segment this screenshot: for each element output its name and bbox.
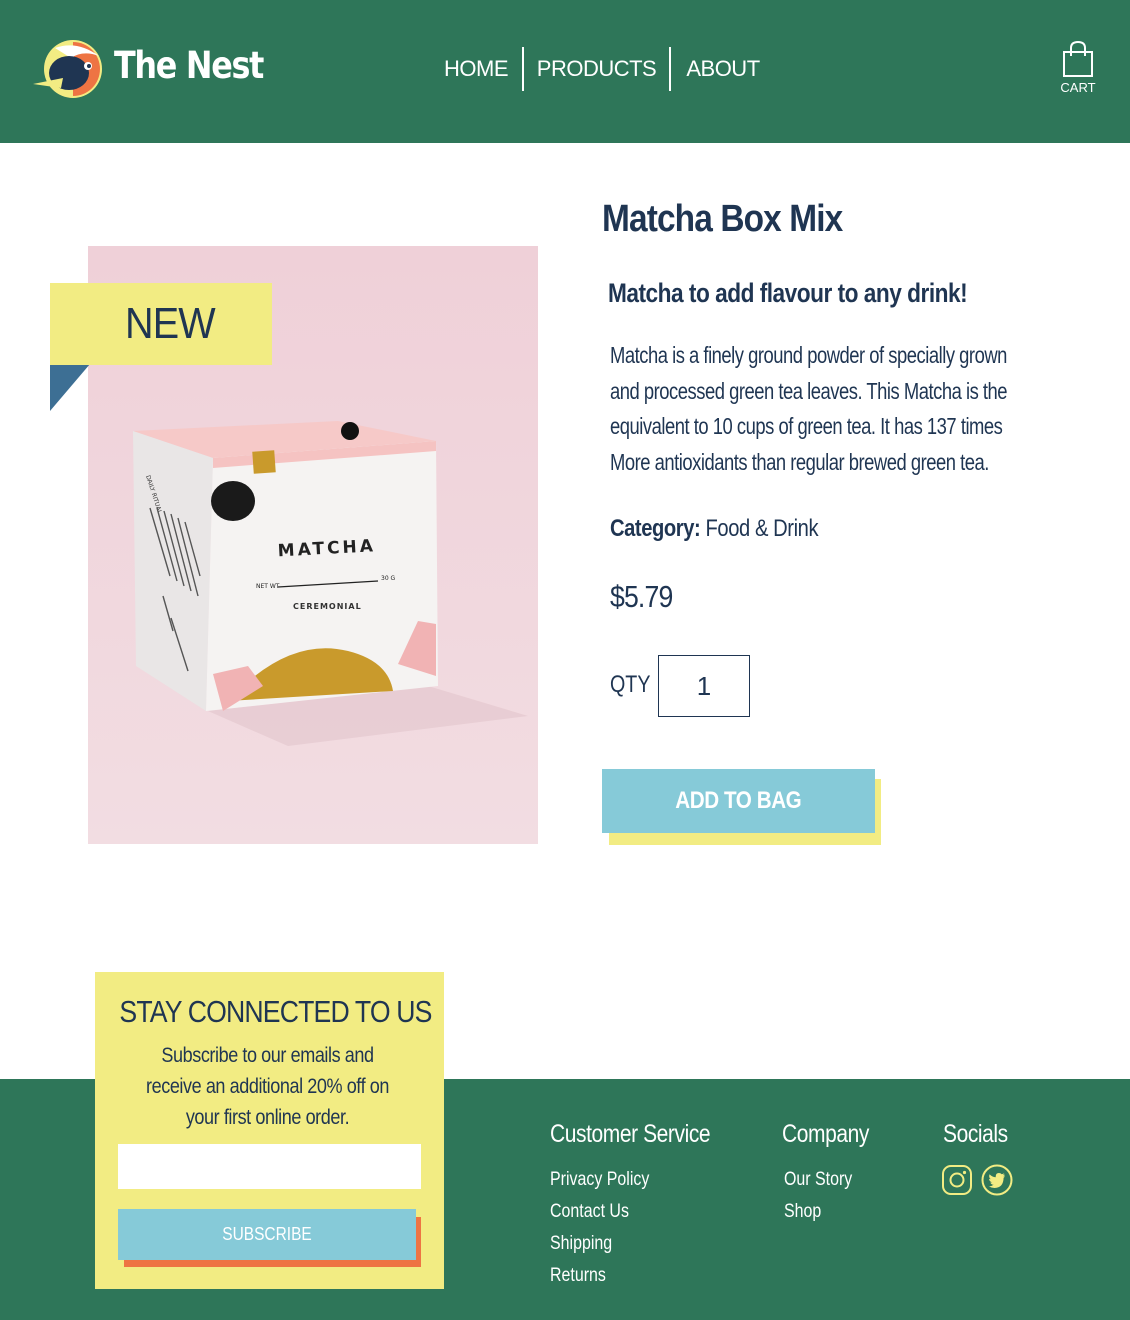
add-to-bag-label: ADD TO BAG [675, 787, 802, 814]
subscribe-title: STAY CONNECTED TO US [119, 994, 432, 1029]
badge-fold [50, 364, 90, 411]
site-header: The Nest HOME PRODUCTS ABOUT CART [0, 0, 1130, 143]
bird-logo-icon[interactable] [33, 38, 105, 100]
instagram-icon[interactable] [941, 1164, 973, 1196]
box-weight: 30 G [381, 575, 396, 582]
product-price: $5.79 [610, 579, 673, 614]
footer-link-returns[interactable]: Returns [550, 1265, 606, 1287]
footer-link-privacy-policy[interactable]: Privacy Policy [550, 1169, 649, 1191]
subscribe-text-content: Subscribe to our emails and receive an a… [146, 1044, 389, 1129]
cart-button[interactable]: CART [1056, 40, 1100, 95]
new-badge: NEW [50, 283, 272, 365]
subscribe-panel: STAY CONNECTED TO US Subscribe to our em… [95, 972, 444, 1289]
subscribe-button-label: SUBSCRIBE [222, 1224, 312, 1244]
nav-products[interactable]: PRODUCTS [524, 56, 669, 82]
qty-input[interactable] [658, 655, 750, 717]
category-value: Food & Drink [705, 515, 819, 542]
company-heading: Company [782, 1120, 869, 1148]
add-to-bag-button[interactable]: ADD TO BAG [602, 769, 875, 833]
footer-link-our-story[interactable]: Our Story [784, 1169, 852, 1191]
shopping-bag-icon [1063, 40, 1093, 77]
new-badge-label: NEW [125, 299, 216, 348]
product-subtitle: Matcha to add flavour to any drink! [608, 278, 968, 308]
footer-link-shop[interactable]: Shop [784, 1201, 821, 1223]
main-nav: HOME PRODUCTS ABOUT [430, 47, 775, 91]
subscribe-button[interactable]: SUBSCRIBE [118, 1209, 416, 1260]
nav-home[interactable]: HOME [430, 56, 522, 82]
customer-service-heading: Customer Service [550, 1120, 711, 1148]
subscribe-text: Subscribe to our emails and receive an a… [115, 1040, 420, 1133]
box-subtitle: CEREMONIAL [293, 602, 362, 611]
brand-name[interactable]: The Nest [114, 44, 264, 87]
product-description: Matcha is a finely ground powder of spec… [610, 342, 1008, 475]
footer-link-shipping[interactable]: Shipping [550, 1233, 612, 1255]
twitter-icon[interactable] [981, 1164, 1013, 1196]
email-field[interactable] [118, 1144, 421, 1189]
footer-link-contact-us[interactable]: Contact Us [550, 1201, 629, 1223]
box-net-wt: NET WT [256, 583, 280, 590]
nav-about[interactable]: ABOUT [671, 56, 775, 82]
socials-heading: Socials [943, 1120, 1008, 1148]
qty-label: QTY [610, 671, 651, 698]
category-label: Category: [610, 515, 701, 542]
product-category: Category: Food & Drink [610, 515, 819, 543]
cart-label: CART [1060, 80, 1096, 95]
product-title: Matcha Box Mix [602, 198, 843, 240]
